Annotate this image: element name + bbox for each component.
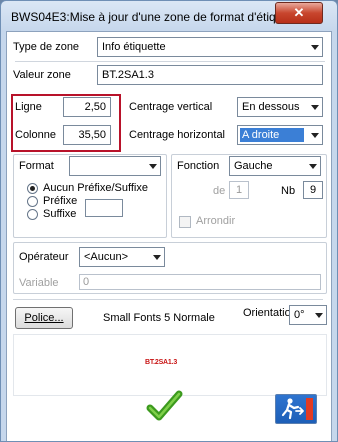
operateur-label: Opérateur: [19, 251, 69, 263]
format-select[interactable]: [69, 156, 161, 176]
radio-suffixe[interactable]: [27, 209, 38, 220]
fonction-label: Fonction: [177, 160, 220, 172]
zone-type-value: Info étiquette: [102, 41, 166, 53]
chevron-down-icon: [315, 313, 323, 318]
zone-value-input[interactable]: BT.2SA1.3: [97, 65, 323, 85]
nb-label: Nb: [281, 185, 296, 197]
preview-text: BT.2SA1.3: [145, 359, 178, 366]
close-button[interactable]: ✕: [275, 2, 323, 24]
chevron-down-icon: [149, 164, 157, 169]
font-description: Small Fonts 5 Normale: [103, 312, 215, 324]
police-button-label: Police...: [24, 312, 64, 324]
checkmark-icon: [146, 390, 183, 421]
centrage-vertical-value: En dessous: [242, 101, 300, 113]
operateur-value: <Aucun>: [84, 251, 129, 263]
chevron-down-icon: [311, 133, 319, 138]
chevron-down-icon: [311, 105, 319, 110]
fonction-value: Gauche: [234, 160, 273, 172]
nb-input[interactable]: 9: [303, 181, 323, 199]
dialog-content: Type de zone Info étiquette Valeur zone …: [6, 31, 332, 441]
variable-label: Variable: [19, 277, 59, 289]
de-input[interactable]: 1: [229, 181, 249, 199]
arrondir-label: Arrondir: [196, 215, 236, 227]
zone-type-select[interactable]: Info étiquette: [97, 37, 323, 57]
title-bar[interactable]: BWS04E3:Mise à jour d'une zone de format…: [1, 1, 337, 31]
orientation-value: 0°: [294, 309, 305, 321]
radio-aucun-prefixe-suffixe[interactable]: [27, 183, 38, 194]
zone-value-label: Valeur zone: [13, 69, 71, 81]
prefix-suffix-input[interactable]: [85, 199, 123, 217]
radio-aucun-label: Aucun Préfixe/Suffixe: [43, 182, 148, 194]
de-label: de: [213, 185, 226, 197]
orientation-select[interactable]: 0°: [289, 305, 327, 325]
variable-input[interactable]: 0: [79, 274, 321, 290]
centrage-horizontal-label: Centrage horizontal: [129, 129, 226, 141]
police-button[interactable]: Police...: [15, 307, 73, 329]
exit-button[interactable]: [275, 394, 317, 424]
radio-prefixe-label: Préfixe: [43, 195, 78, 207]
centrage-horizontal-value: A droite: [240, 128, 304, 142]
centrage-vertical-select[interactable]: En dessous: [237, 97, 323, 117]
arrondir-checkbox[interactable]: [179, 216, 191, 228]
centrage-vertical-label: Centrage vertical: [129, 101, 213, 113]
radio-suffixe-label: Suffixe: [43, 208, 77, 220]
fonction-select[interactable]: Gauche: [229, 156, 321, 176]
chevron-down-icon: [309, 164, 317, 169]
radio-prefixe[interactable]: [27, 196, 38, 207]
chevron-down-icon: [153, 255, 161, 260]
centrage-horizontal-select[interactable]: A droite: [237, 125, 323, 145]
highlight-box: [11, 94, 121, 152]
zone-type-label: Type de zone: [13, 41, 80, 53]
divider: [15, 61, 325, 62]
divider: [13, 299, 323, 300]
chevron-down-icon: [311, 45, 319, 50]
window-title: BWS04E3:Mise à jour d'une zone de format…: [11, 10, 303, 24]
exit-door-icon: [281, 398, 313, 420]
ok-button[interactable]: [145, 388, 185, 426]
dialog-window: BWS04E3:Mise à jour d'une zone de format…: [0, 0, 338, 442]
format-label: Format: [19, 160, 54, 172]
operateur-select[interactable]: <Aucun>: [79, 247, 165, 267]
